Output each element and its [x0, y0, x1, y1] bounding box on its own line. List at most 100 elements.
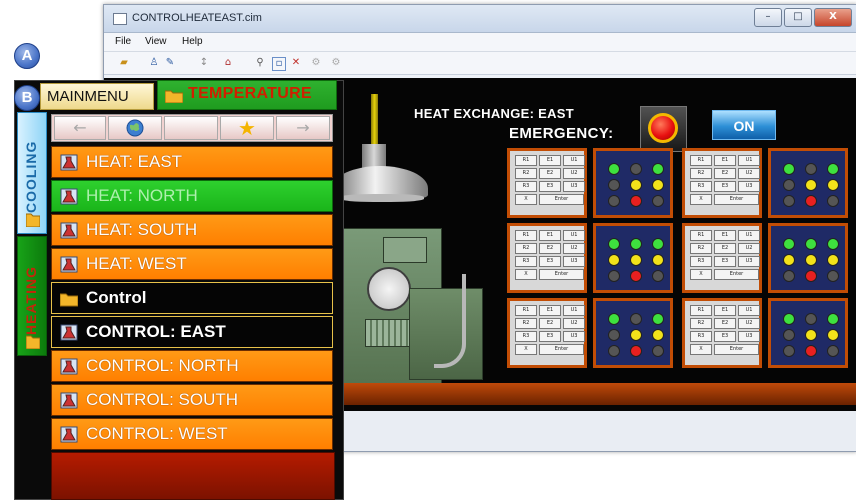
- keypad-clear-key[interactable]: X: [515, 344, 537, 355]
- keypad-key[interactable]: R1: [690, 155, 712, 166]
- keypad-key[interactable]: U2: [738, 318, 760, 329]
- keypad-key[interactable]: U1: [738, 230, 760, 241]
- menu-item-heat-north[interactable]: HEAT: NORTH: [51, 180, 333, 212]
- keypad-key[interactable]: U3: [563, 256, 585, 267]
- keypad-key[interactable]: E2: [714, 168, 736, 179]
- keypad-key[interactable]: R1: [690, 230, 712, 241]
- zoom-icon[interactable]: ⚲: [254, 57, 266, 69]
- tab-temperature[interactable]: TEMPERATURE: [157, 80, 337, 110]
- keypad-key[interactable]: R1: [690, 305, 712, 316]
- keypad-key[interactable]: R3: [690, 331, 712, 342]
- keypad-enter-key[interactable]: Enter: [539, 269, 584, 280]
- forward-button[interactable]: →: [276, 116, 330, 140]
- keypad-key[interactable]: R2: [515, 318, 537, 329]
- keypad-key[interactable]: R3: [515, 331, 537, 342]
- on-button[interactable]: ON: [712, 110, 776, 140]
- favorites-button[interactable]: ★: [220, 116, 274, 140]
- tab-cooling[interactable]: COOLING: [17, 112, 47, 234]
- keypad-key[interactable]: U2: [563, 168, 585, 179]
- menu-item-control-west[interactable]: CONTROL: WEST: [51, 418, 333, 450]
- open-folder-icon[interactable]: ▰: [118, 57, 130, 69]
- menu-item-heat-east[interactable]: HEAT: EAST: [51, 146, 333, 178]
- keypad-key[interactable]: E1: [539, 155, 561, 166]
- title-bar[interactable]: CONTROLHEATEAST.cim – □ X: [104, 5, 856, 33]
- keypad-key[interactable]: E3: [539, 181, 561, 192]
- keypad-key[interactable]: R1: [515, 155, 537, 166]
- settings-icon[interactable]: ⚙: [330, 57, 342, 69]
- menu-item-heat-south[interactable]: HEAT: SOUTH: [51, 214, 333, 246]
- keypad-key[interactable]: R2: [515, 168, 537, 179]
- globe-button[interactable]: [108, 116, 162, 140]
- blank-button[interactable]: [164, 116, 218, 140]
- keypad-enter-key[interactable]: Enter: [539, 194, 584, 205]
- menu-help[interactable]: Help: [182, 36, 203, 47]
- keypad-key[interactable]: U3: [738, 181, 760, 192]
- menu-item-control-south[interactable]: CONTROL: SOUTH: [51, 384, 333, 416]
- keypad-key[interactable]: E2: [714, 318, 736, 329]
- keypad-key[interactable]: U2: [563, 243, 585, 254]
- keypad-key[interactable]: R1: [515, 305, 537, 316]
- keypad-key[interactable]: R1: [515, 230, 537, 241]
- keypad-clear-key[interactable]: X: [515, 269, 537, 280]
- keypad-key[interactable]: U1: [563, 305, 585, 316]
- keypad-key[interactable]: E3: [714, 256, 736, 267]
- keypad-key[interactable]: U3: [563, 331, 585, 342]
- keypad-enter-key[interactable]: Enter: [714, 269, 759, 280]
- keypad-key[interactable]: R3: [515, 181, 537, 192]
- keypad-key[interactable]: E1: [714, 305, 736, 316]
- tab-mainmenu[interactable]: MAINMENU: [40, 83, 154, 110]
- keypad-clear-key[interactable]: X: [690, 269, 712, 280]
- tab-heating[interactable]: HEATING: [17, 236, 47, 356]
- keypad-key[interactable]: U3: [738, 256, 760, 267]
- keypad-key[interactable]: E2: [539, 318, 561, 329]
- menu-item-control-folder[interactable]: Control: [51, 282, 333, 314]
- keypad-key[interactable]: U2: [738, 243, 760, 254]
- keypad-key[interactable]: E3: [539, 256, 561, 267]
- keypad-key[interactable]: E3: [714, 181, 736, 192]
- keypad-clear-key[interactable]: X: [515, 194, 537, 205]
- keypad-key[interactable]: E3: [539, 331, 561, 342]
- keypad-key[interactable]: U1: [738, 305, 760, 316]
- menu-item-control-east[interactable]: CONTROL: EAST: [51, 316, 333, 348]
- keypad-key[interactable]: E3: [714, 331, 736, 342]
- keypad-key[interactable]: E1: [714, 230, 736, 241]
- keypad-key[interactable]: E2: [539, 243, 561, 254]
- select-icon[interactable]: ▫: [272, 57, 286, 71]
- keypad-key[interactable]: R2: [690, 243, 712, 254]
- keypad-key[interactable]: R3: [515, 256, 537, 267]
- keypad-key[interactable]: R3: [690, 256, 712, 267]
- delete-icon[interactable]: ✕: [290, 57, 302, 69]
- keypad-key[interactable]: U3: [738, 331, 760, 342]
- gear-icon[interactable]: ⚙: [310, 57, 322, 69]
- keypad-enter-key[interactable]: Enter: [539, 344, 584, 355]
- keypad-key[interactable]: R3: [690, 181, 712, 192]
- close-button[interactable]: X: [814, 8, 852, 27]
- arrow-icon[interactable]: ↕: [198, 57, 210, 69]
- keypad-clear-key[interactable]: X: [690, 344, 712, 355]
- user-icon[interactable]: ♙: [148, 57, 160, 69]
- home-icon[interactable]: ⌂: [222, 57, 234, 69]
- keypad-key[interactable]: E1: [539, 230, 561, 241]
- keypad-enter-key[interactable]: Enter: [714, 194, 759, 205]
- maximize-button[interactable]: □: [784, 8, 812, 27]
- keypad-enter-key[interactable]: Enter: [714, 344, 759, 355]
- keypad-key[interactable]: U1: [738, 155, 760, 166]
- minimize-button[interactable]: –: [754, 8, 782, 27]
- keypad-clear-key[interactable]: X: [690, 194, 712, 205]
- keypad-key[interactable]: U2: [738, 168, 760, 179]
- menu-file[interactable]: File: [115, 36, 131, 47]
- keypad-key[interactable]: E1: [714, 155, 736, 166]
- keypad-key[interactable]: U1: [563, 230, 585, 241]
- keypad-key[interactable]: E2: [539, 168, 561, 179]
- menu-view[interactable]: View: [145, 36, 167, 47]
- emergency-button[interactable]: [648, 113, 678, 143]
- keypad-key[interactable]: R2: [690, 168, 712, 179]
- back-button[interactable]: ←: [54, 116, 106, 140]
- keypad-key[interactable]: R2: [515, 243, 537, 254]
- keypad-key[interactable]: R2: [690, 318, 712, 329]
- keypad-key[interactable]: E2: [714, 243, 736, 254]
- keypad-key[interactable]: U1: [563, 155, 585, 166]
- info-icon[interactable]: ✎: [164, 57, 176, 69]
- keypad-key[interactable]: E1: [539, 305, 561, 316]
- keypad-key[interactable]: U2: [563, 318, 585, 329]
